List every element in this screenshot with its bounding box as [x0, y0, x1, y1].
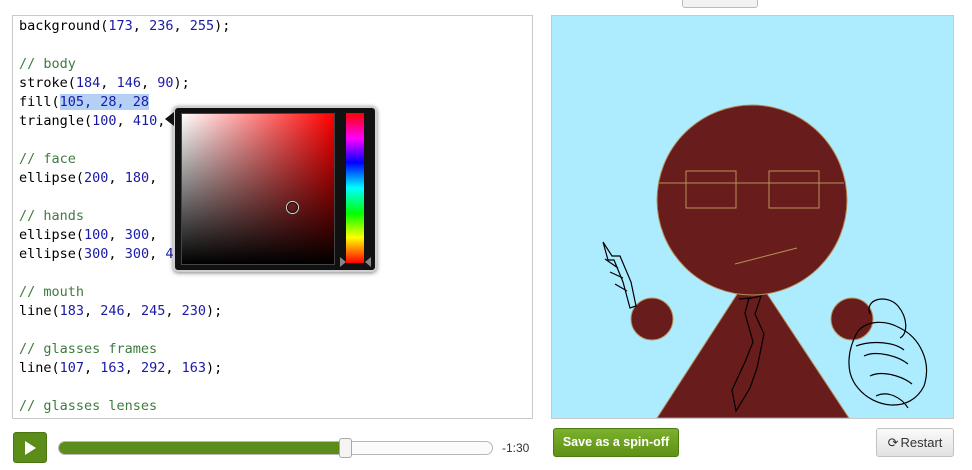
- code-line-1: background(173, 236, 255);: [19, 18, 231, 34]
- color-picker-popup[interactable]: [165, 106, 377, 272]
- play-button[interactable]: [13, 432, 47, 463]
- restart-button[interactable]: ⟳ Restart: [876, 428, 954, 457]
- hue-slider-handle-left[interactable]: [340, 257, 346, 267]
- drawing-svg: [552, 16, 953, 418]
- refresh-icon: ⟳: [887, 435, 899, 450]
- code-comment-body: // body: [19, 56, 76, 72]
- playback-scrubber[interactable]: [58, 441, 493, 455]
- output-canvas[interactable]: [551, 15, 954, 419]
- hue-slider[interactable]: [346, 113, 364, 263]
- code-line-glasses-frame: line(107, 163, 292, 163);: [19, 360, 223, 376]
- selected-fill-values[interactable]: 105, 28, 28: [59, 94, 150, 110]
- playback-progress-fill: [59, 442, 345, 454]
- saturation-value-area[interactable]: [181, 113, 335, 265]
- color-picker-pointer: [165, 112, 174, 126]
- code-line-stroke: stroke(184, 146, 90);: [19, 75, 190, 91]
- save-spinoff-button[interactable]: Save as a spin-off: [553, 428, 679, 457]
- left-hand: [630, 297, 674, 341]
- code-comment-glasses-lenses: // glasses lenses: [19, 398, 158, 414]
- hue-slider-handle-right[interactable]: [365, 257, 371, 267]
- color-selection-handle[interactable]: [287, 202, 298, 213]
- code-comment-mouth: // mouth: [19, 284, 85, 300]
- time-remaining: -1:30: [502, 441, 530, 455]
- code-editor[interactable]: background(173, 236, 255); // body stroke…: [12, 15, 533, 419]
- playback-scrubber-handle[interactable]: [338, 438, 352, 458]
- code-line-mouth: line(183, 246, 245, 230);: [19, 303, 223, 319]
- right-hand: [830, 297, 874, 341]
- restart-label: Restart: [900, 435, 943, 450]
- top-toolbar-button[interactable]: [682, 0, 758, 8]
- code-comment-glasses-frames: // glasses frames: [19, 341, 158, 357]
